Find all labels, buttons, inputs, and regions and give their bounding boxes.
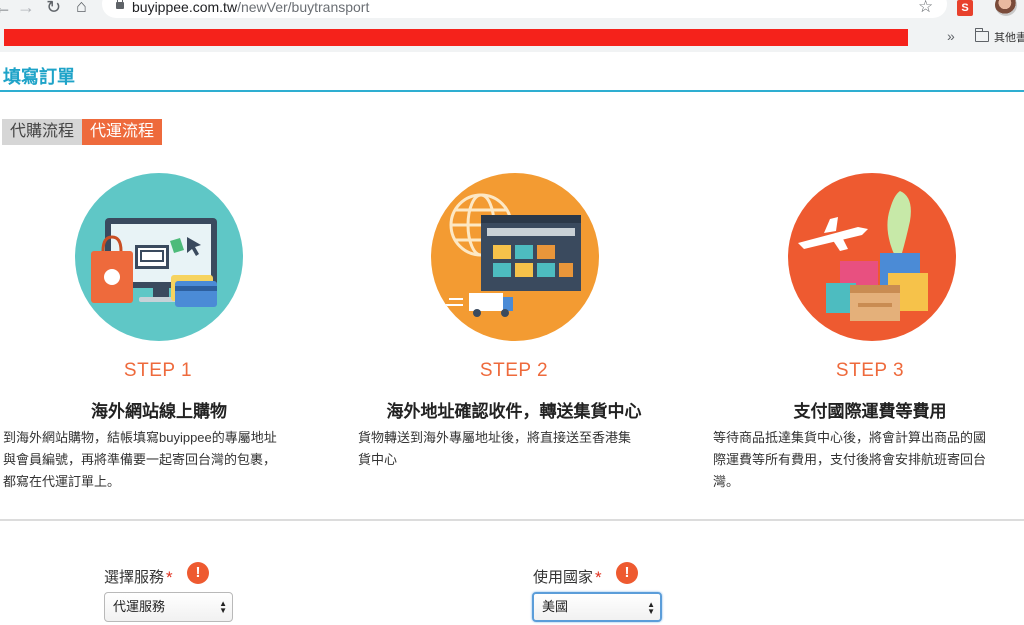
warehouse-icon (445, 193, 581, 317)
service-select[interactable]: 代運服務 ▲ ▼ (104, 592, 233, 622)
step3-desc-line: 灣。 (713, 474, 740, 489)
country-select[interactable]: 美國 ▲ ▼ (532, 592, 662, 622)
url-domain: buyippee.com.tw (132, 0, 238, 15)
browser-toolbar: ← → ↻ ⌂ buyippee.com.tw/newVer/buytransp… (0, 0, 1024, 20)
step3-desc-line: 等待商品抵達集貨中心後，將會計算出商品的國 (713, 430, 987, 445)
online-shopping-icon (91, 218, 217, 307)
step1-label: STEP 1 (123, 360, 193, 381)
other-bookmarks-folder[interactable]: 其他書 (994, 29, 1024, 45)
browser-chrome: ← → ↻ ⌂ buyippee.com.tw/newVer/buytransp… (0, 0, 1024, 52)
step2-desc-line: 貨物轉送到海外專屬地址後，將直接送至香港集 (358, 430, 632, 445)
back-arrow-icon[interactable]: ← (0, 0, 12, 18)
process-tabs: 代購流程 代運流程 (2, 119, 163, 145)
url-path: /newVer/buytransport (237, 0, 370, 15)
extension-icon[interactable]: S (957, 0, 973, 16)
service-info-icon[interactable]: ! (187, 562, 209, 584)
url-text[interactable]: buyippee.com.tw/newVer/buytransport (132, 0, 369, 15)
step2-description: 貨物轉送到海外專屬地址後，將直接送至香港集 貨中心 (358, 427, 678, 471)
service-field-label: 選擇服務 (104, 569, 165, 586)
step3-description: 等待商品抵達集貨中心後，將會計算出商品的國 際運費等所有費用，支付後將會安排航班… (713, 427, 1024, 493)
folder-icon (974, 28, 989, 42)
step1-illustration (75, 173, 243, 341)
profile-avatar[interactable] (995, 0, 1017, 16)
step2-label: STEP 2 (479, 360, 549, 381)
step2-illustration (431, 173, 599, 341)
redacted-bookmarks (4, 29, 908, 46)
tab-transport-process[interactable]: 代運流程 (82, 119, 163, 145)
required-marker: * (595, 568, 602, 587)
home-icon[interactable]: ⌂ (76, 0, 87, 17)
forward-arrow-icon[interactable]: → (17, 0, 35, 18)
reload-icon[interactable]: ↻ (46, 0, 61, 18)
section-divider (0, 519, 1024, 521)
bookmark-star-icon[interactable]: ☆ (918, 0, 933, 17)
service-select-value: 代運服務 (113, 599, 166, 614)
bookmarks-more-button[interactable]: » (947, 28, 955, 44)
step3-heading: 支付國際運費等費用 (793, 402, 947, 421)
country-field-label: 使用國家 (533, 569, 594, 586)
select-updown-icon: ▲ ▼ (647, 600, 655, 616)
address-bar[interactable]: buyippee.com.tw/newVer/buytransport (102, 0, 947, 18)
step1-description: 到海外網站購物，結帳填寫buyippee的專屬地址 與會員編號，再將準備要一起寄… (3, 427, 323, 493)
lock-icon (116, 0, 124, 9)
country-info-icon[interactable]: ! (616, 562, 638, 584)
step1-desc-line: 都寫在代運訂單上。 (3, 474, 121, 489)
tab-purchase-process[interactable]: 代購流程 (2, 119, 83, 145)
select-updown-icon: ▲ ▼ (219, 599, 227, 615)
step2-heading: 海外地址確認收件，轉送集貨中心 (386, 402, 642, 421)
title-divider (0, 90, 1024, 92)
step1-desc-line: 到海外網站購物，結帳填寫buyippee的專屬地址 (3, 430, 277, 445)
step3-illustration (788, 173, 956, 341)
bookmarks-bar: » 其他書 (0, 26, 1024, 50)
step1-heading: 海外網站線上購物 (91, 402, 227, 421)
airplane-parcels-icon (798, 191, 928, 321)
step1-desc-line: 與會員編號，再將準備要一起寄回台灣的包裹， (3, 452, 277, 467)
country-select-value: 美國 (542, 599, 569, 614)
page-title: 填寫訂單 (3, 67, 75, 87)
step2-desc-line: 貨中心 (358, 452, 398, 467)
required-marker: * (166, 568, 173, 587)
step3-desc-line: 際運費等所有費用，支付後將會安排航班寄回台 (713, 452, 987, 467)
step3-label: STEP 3 (835, 360, 905, 381)
